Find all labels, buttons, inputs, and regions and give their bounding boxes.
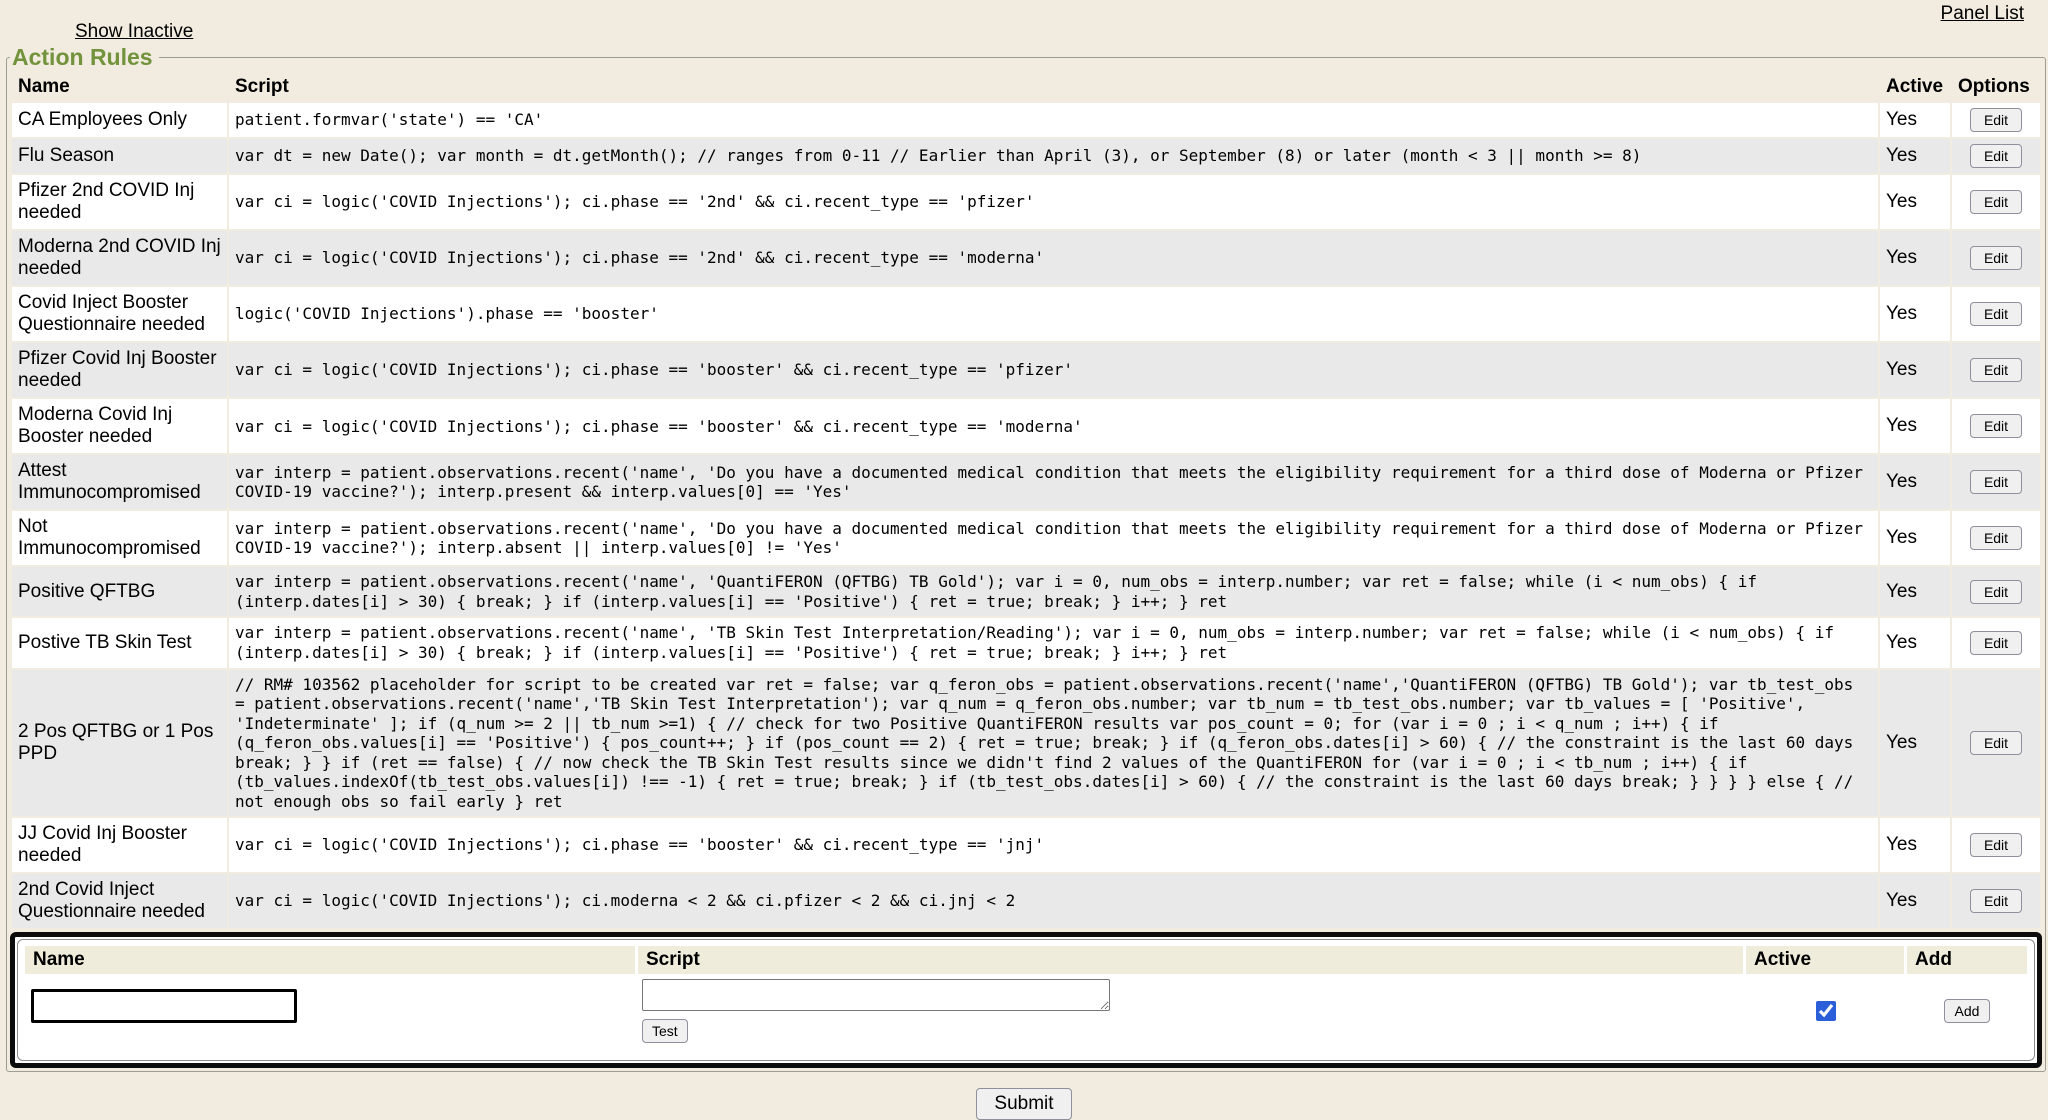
table-row: Not Immunocompromised var interp = patie… [12,511,2040,565]
table-row: Pfizer 2nd COVID Inj needed var ci = log… [12,175,2040,229]
add-column-header-script: Script [638,946,1743,974]
rule-name: 2nd Covid Inject Questionnaire needed [12,874,227,928]
table-row: Moderna 2nd COVID Inj needed var ci = lo… [12,231,2040,285]
edit-button[interactable]: Edit [1970,580,2022,604]
action-rules-legend: Action Rules [10,44,159,71]
table-row: 2 Pos QFTBG or 1 Pos PPD // RM# 103562 p… [12,670,2040,817]
rule-name: CA Employees Only [12,103,227,137]
rule-active-value: Yes [1880,231,1950,285]
column-header-name: Name [12,73,227,101]
rule-script: var interp = patient.observations.recent… [229,567,1878,616]
edit-button[interactable]: Edit [1970,144,2022,168]
edit-button[interactable]: Edit [1970,302,2022,326]
rule-active-value: Yes [1880,670,1950,817]
rule-name: Moderna 2nd COVID Inj needed [12,231,227,285]
submit-row: Submit [0,1088,2048,1120]
submit-button[interactable]: Submit [976,1088,1071,1120]
add-column-header-active: Active [1746,946,1904,974]
rule-active-value: Yes [1880,103,1950,137]
edit-button[interactable]: Edit [1970,358,2022,382]
rule-name: Pfizer Covid Inj Booster needed [12,343,227,397]
rule-script: patient.formvar('state') == 'CA' [229,103,1878,137]
edit-button[interactable]: Edit [1970,246,2022,270]
add-form-header-row: Name Script Active Add [25,946,2027,974]
edit-button[interactable]: Edit [1970,731,2022,755]
rule-name: Not Immunocompromised [12,511,227,565]
add-column-header-add: Add [1907,946,2027,974]
edit-button[interactable]: Edit [1970,526,2022,550]
rule-script: var ci = logic('COVID Injections'); ci.p… [229,175,1878,229]
rule-active-value: Yes [1880,455,1950,509]
table-row: Moderna Covid Inj Booster needed var ci … [12,399,2040,453]
rule-name: Pfizer 2nd COVID Inj needed [12,175,227,229]
rule-name: Attest Immunocompromised [12,455,227,509]
rule-name: Positive QFTBG [12,567,227,616]
rule-active-value: Yes [1880,567,1950,616]
column-header-options: Options [1952,73,2040,101]
new-rule-name-input[interactable] [31,989,297,1023]
rule-script: var ci = logic('COVID Injections'); ci.m… [229,874,1878,928]
rule-script: var ci = logic('COVID Injections'); ci.p… [229,399,1878,453]
table-row: Covid Inject Booster Questionnaire neede… [12,287,2040,341]
column-header-active: Active [1880,73,1950,101]
rule-script: var interp = patient.observations.recent… [229,511,1878,565]
add-column-header-name: Name [25,946,635,974]
edit-button[interactable]: Edit [1970,470,2022,494]
table-header-row: Name Script Active Options [12,73,2040,101]
add-rule-panel: Name Script Active Add Test [10,932,2042,1068]
rule-name: Moderna Covid Inj Booster needed [12,399,227,453]
table-row: Flu Season var dt = new Date(); var mont… [12,139,2040,173]
rule-script: // RM# 103562 placeholder for script to … [229,670,1878,817]
rule-name: 2 Pos QFTBG or 1 Pos PPD [12,670,227,817]
edit-button[interactable]: Edit [1970,631,2022,655]
rule-name: Postive TB Skin Test [12,618,227,667]
rule-script: var ci = logic('COVID Injections'); ci.p… [229,231,1878,285]
edit-button[interactable]: Edit [1970,414,2022,438]
action-rules-table: Name Script Active Options CA Employees … [10,71,2042,930]
edit-button[interactable]: Edit [1970,190,2022,214]
rule-active-value: Yes [1880,287,1950,341]
rule-active-value: Yes [1880,618,1950,667]
table-row: CA Employees Only patient.formvar('state… [12,103,2040,137]
rule-script: logic('COVID Injections').phase == 'boos… [229,287,1878,341]
table-row: JJ Covid Inj Booster needed var ci = log… [12,818,2040,872]
add-form-input-row: Test Add [25,977,2027,1045]
rule-name: Covid Inject Booster Questionnaire neede… [12,287,227,341]
test-button[interactable]: Test [642,1019,688,1043]
table-row: Pfizer Covid Inj Booster needed var ci =… [12,343,2040,397]
new-rule-script-textarea[interactable] [642,979,1110,1011]
edit-button[interactable]: Edit [1970,833,2022,857]
add-button[interactable]: Add [1944,999,1991,1023]
rule-active-value: Yes [1880,399,1950,453]
rule-script: var ci = logic('COVID Injections'); ci.p… [229,818,1878,872]
panel-list-link[interactable]: Panel List [1941,3,2024,25]
edit-button[interactable]: Edit [1970,889,2022,913]
rule-script: var interp = patient.observations.recent… [229,455,1878,509]
rule-name: Flu Season [12,139,227,173]
rule-active-value: Yes [1880,874,1950,928]
rule-active-value: Yes [1880,175,1950,229]
add-rule-table: Name Script Active Add Test [22,943,2030,1048]
rule-script: var ci = logic('COVID Injections'); ci.p… [229,343,1878,397]
action-rules-fieldset: Action Rules Name Script Active Options … [6,44,2046,1072]
table-row: Positive QFTBG var interp = patient.obse… [12,567,2040,616]
table-row: Attest Immunocompromised var interp = pa… [12,455,2040,509]
rule-active-value: Yes [1880,139,1950,173]
rule-script: var dt = new Date(); var month = dt.getM… [229,139,1878,173]
column-header-script: Script [229,73,1878,101]
top-bar: Panel List Show Inactive [0,0,2048,44]
show-inactive-link[interactable]: Show Inactive [75,21,193,43]
table-row: 2nd Covid Inject Questionnaire needed va… [12,874,2040,928]
rule-active-value: Yes [1880,343,1950,397]
rule-script: var interp = patient.observations.recent… [229,618,1878,667]
rule-active-value: Yes [1880,511,1950,565]
edit-button[interactable]: Edit [1970,108,2022,132]
rule-name: JJ Covid Inj Booster needed [12,818,227,872]
new-rule-active-checkbox[interactable] [1816,1001,1836,1021]
table-row: Postive TB Skin Test var interp = patien… [12,618,2040,667]
add-rule-panel-inner: Name Script Active Add Test [17,939,2035,1061]
rule-active-value: Yes [1880,818,1950,872]
